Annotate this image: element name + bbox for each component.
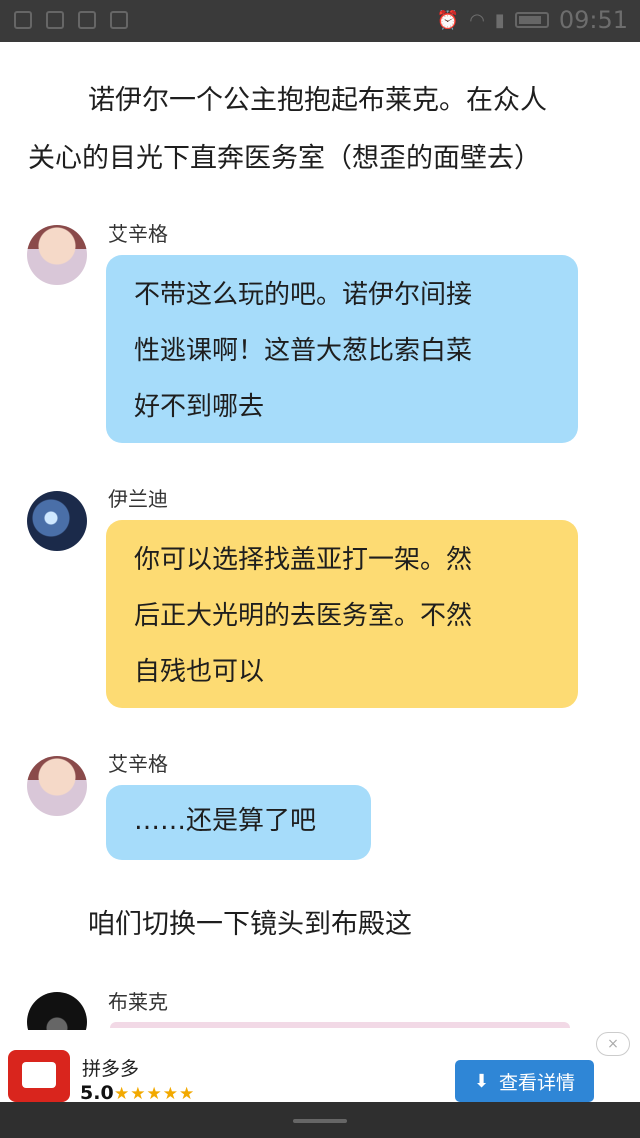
story-text-line: 咱们切换一下镜头到布殿这	[88, 909, 412, 940]
speaker-name: 布莱克	[108, 990, 168, 1014]
home-gesture-handle[interactable]	[293, 1119, 347, 1123]
notification-icon	[78, 11, 96, 29]
bubble-line: 不带这么玩的吧。诺伊尔间接	[134, 280, 473, 310]
chat-bubble: ……还是算了吧	[106, 785, 371, 860]
clock: 09:51	[558, 6, 628, 34]
bubble-line: 性逃课啊！这普大葱比索白菜	[134, 336, 473, 366]
alarm-icon: ⏰	[436, 9, 460, 31]
view-details-button[interactable]: ⬇ 查看详情	[455, 1060, 594, 1102]
speaker-name: 艾辛格	[108, 752, 168, 776]
ad-banner[interactable]: 拼多多 5.0 ★★★★★ ⬇ 查看详情 ×	[0, 1030, 640, 1104]
avatar	[27, 225, 87, 285]
story-text-line: 关心的目光下直奔医务室（想歪的面壁去）	[28, 143, 541, 174]
battery-icon	[514, 12, 549, 28]
download-icon: ⬇	[473, 1070, 490, 1092]
status-bar: ⏰ ◠ ▮ 09:51	[0, 0, 640, 42]
bubble-line: 后正大光明的去医务室。不然	[134, 601, 473, 631]
bubble-line: 你可以选择找盖亚打一架。然	[134, 545, 473, 575]
speaker-name: 伊兰迪	[108, 487, 168, 511]
notification-icon	[46, 11, 64, 29]
bubble-line: 自残也可以	[134, 657, 265, 687]
chat-bubble-partial	[110, 1022, 570, 1028]
ad-rating: 5.0	[80, 1082, 114, 1104]
avatar	[27, 756, 87, 816]
view-details-label: 查看详情	[499, 1071, 576, 1094]
avatar	[27, 491, 87, 551]
bubble-line: 好不到哪去	[134, 392, 265, 422]
chat-bubble: 你可以选择找盖亚打一架。然 后正大光明的去医务室。不然 自残也可以	[106, 520, 578, 708]
navigation-bar	[0, 1102, 640, 1138]
bubble-line: ……还是算了吧	[134, 806, 317, 836]
speaker-name: 艾辛格	[108, 222, 168, 246]
app-icon[interactable]	[8, 1050, 70, 1102]
notification-icon	[110, 11, 128, 29]
signal-icon: ▮	[494, 9, 505, 31]
close-ad-button[interactable]: ×	[596, 1032, 630, 1056]
notification-icons	[14, 11, 128, 29]
story-text-line: 诺伊尔一个公主抱抱起布莱克。在众人	[88, 85, 547, 116]
notification-icon	[14, 11, 32, 29]
wifi-icon: ◠	[469, 9, 485, 31]
chat-bubble: 不带这么玩的吧。诺伊尔间接 性逃课啊！这普大葱比索白菜 好不到哪去	[106, 255, 578, 443]
ad-app-name: 拼多多	[82, 1058, 140, 1080]
star-rating: ★★★★★	[114, 1084, 196, 1104]
